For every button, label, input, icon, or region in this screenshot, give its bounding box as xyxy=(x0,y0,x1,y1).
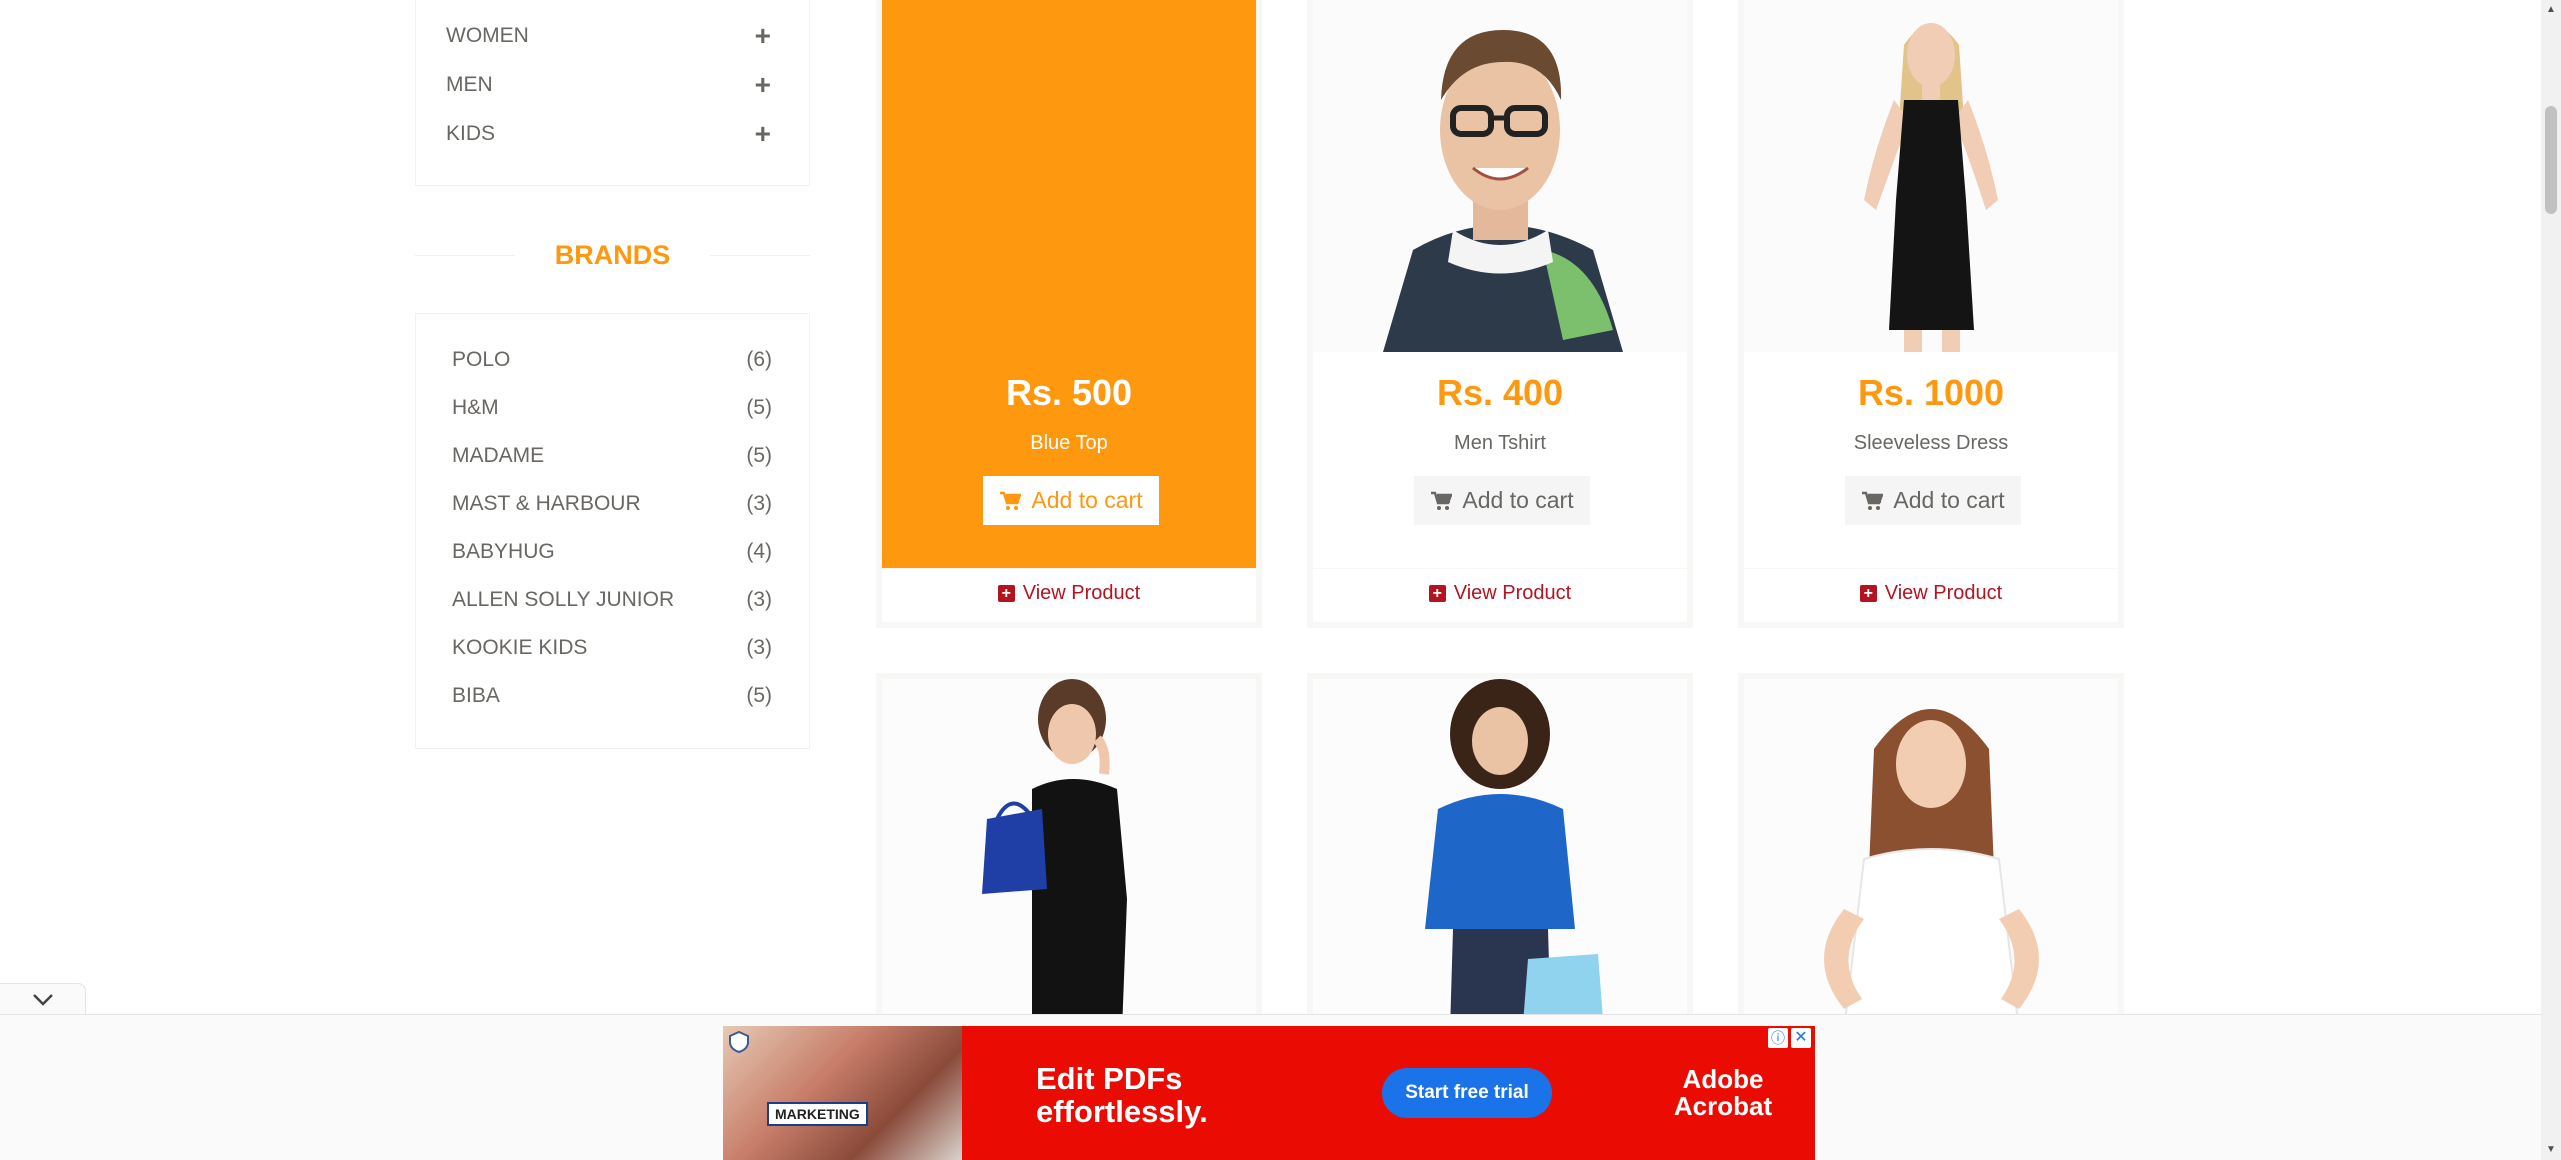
plus-icon[interactable]: + xyxy=(755,22,771,50)
ad-headline: Edit PDFs effortlessly. xyxy=(1036,1061,1208,1129)
brand-count: (5) xyxy=(746,444,772,467)
add-to-cart-label: Add to cart xyxy=(1893,487,2005,513)
brands-panel: Polo (6) H&M (5) Madame (5) Mast & Harbour (… xyxy=(415,313,810,749)
brand-item[interactable]: Kookie Kids (3) xyxy=(452,630,772,666)
cart-icon xyxy=(1431,491,1453,510)
product-image xyxy=(1313,679,1687,1031)
page-scrollbar[interactable]: ▲ ▼ xyxy=(2541,0,2561,1160)
product-image xyxy=(1744,0,2118,352)
product-image xyxy=(1744,679,2118,1031)
close-icon[interactable]: ✕ xyxy=(1791,1028,1811,1048)
chevron-down-icon[interactable] xyxy=(32,993,54,1007)
ad-banner[interactable]: MARKETING Edit PDFs effortlessly. Start … xyxy=(723,1026,1815,1160)
black-dress-woman-photo xyxy=(982,679,1127,1031)
brand-name[interactable]: Allen Solly Junior xyxy=(452,588,674,612)
product-name: Sleeveless Dress xyxy=(1853,432,2009,454)
brand-item[interactable]: H&M (5) xyxy=(452,390,772,426)
man-tshirt-photo xyxy=(1383,30,1623,352)
brand-item[interactable]: Madame (5) xyxy=(452,438,772,474)
category-label: Men xyxy=(446,73,493,96)
brand-name[interactable]: Mast & Harbour xyxy=(452,492,641,516)
add-to-cart-button[interactable]: Add to cart xyxy=(1414,476,1590,525)
product-price: Rs. 500 xyxy=(1005,372,1133,413)
view-product-label: View Product xyxy=(1022,581,1141,604)
category-label: Kids xyxy=(446,122,496,145)
brand-name[interactable]: Polo xyxy=(452,348,510,372)
product-image xyxy=(882,679,1256,1031)
cart-icon xyxy=(1000,491,1022,510)
view-product-link[interactable]: + View Product xyxy=(1313,564,1687,622)
category-label: Women xyxy=(446,24,529,47)
add-to-cart-button[interactable]: Add to cart xyxy=(1845,476,2021,525)
shield-icon xyxy=(729,1030,749,1054)
ad-cta-button[interactable]: Start free trial xyxy=(1382,1068,1552,1118)
product-name: Men Tshirt xyxy=(1454,432,1546,454)
brand-count: (3) xyxy=(746,492,772,515)
brand-count: (6) xyxy=(746,348,772,371)
brand-count: (5) xyxy=(746,684,772,707)
plus-square-icon: + xyxy=(1859,584,1877,602)
brand-item[interactable]: Allen Solly Junior (3) xyxy=(452,582,772,618)
product-price: Rs. 400 xyxy=(1436,372,1564,413)
info-icon[interactable]: ⓘ xyxy=(1768,1028,1788,1048)
product-image xyxy=(1313,0,1687,352)
brand-name[interactable]: Biba xyxy=(452,684,500,708)
brand-count: (5) xyxy=(746,396,772,419)
white-tshirt-woman-photo xyxy=(1824,709,2039,1031)
product-card: Rs. 400 Men Tshirt Add to cart + View Pr… xyxy=(1307,0,1693,628)
brand-name[interactable]: Babyhug xyxy=(452,540,555,564)
brand-item[interactable]: Polo (6) xyxy=(452,342,772,378)
category-panel: Women + Men + Kids + xyxy=(415,0,810,186)
brands-heading: Brands xyxy=(415,232,810,278)
product-card: Rs. 1000 Sleeveless Dress Add to cart + … xyxy=(1738,0,2124,628)
ad-brand: Adobe Acrobat xyxy=(1673,1064,1773,1121)
brand-item[interactable]: Mast & Harbour (3) xyxy=(452,486,772,522)
blue-top-woman-photo xyxy=(1425,679,1603,1031)
view-product-label: View Product xyxy=(1453,581,1572,604)
sleeveless-dress-photo xyxy=(1864,23,1998,352)
category-kids[interactable]: Kids + xyxy=(446,110,771,158)
brand-name[interactable]: H&M xyxy=(452,396,499,420)
view-product-link[interactable]: + View Product xyxy=(882,564,1256,622)
product-price: Rs. 1000 xyxy=(1857,372,2005,413)
ad-collapse-toggle[interactable] xyxy=(0,983,86,1015)
plus-square-icon: + xyxy=(997,584,1015,602)
brand-item[interactable]: Babyhug (4) xyxy=(452,534,772,570)
product-name: Blue Top xyxy=(1030,432,1108,454)
add-to-cart-label: Add to cart xyxy=(1031,487,1143,513)
product-card: Rs. 500 Blue Top Add to cart + View Prod… xyxy=(876,0,1262,628)
brands-title: Brands xyxy=(554,239,671,270)
plus-icon[interactable]: + xyxy=(755,71,771,99)
view-product-label: View Product xyxy=(1884,581,2003,604)
add-to-cart-label: Add to cart xyxy=(1462,487,1574,513)
view-product-link[interactable]: + View Product xyxy=(1744,564,2118,622)
cart-icon xyxy=(1862,491,1884,510)
add-to-cart-button[interactable]: Add to cart xyxy=(983,476,1159,525)
brand-count: (3) xyxy=(746,588,772,611)
ad-photo-caption: MARKETING xyxy=(767,1102,868,1126)
plus-icon[interactable]: + xyxy=(755,120,771,148)
category-women[interactable]: Women + xyxy=(446,12,771,60)
scroll-up-icon[interactable]: ▲ xyxy=(2545,4,2557,16)
scrollbar-thumb[interactable] xyxy=(2545,106,2557,214)
category-men[interactable]: Men + xyxy=(446,61,771,109)
ad-photo: MARKETING xyxy=(723,1026,962,1160)
brand-item[interactable]: Biba (5) xyxy=(452,678,772,714)
plus-square-icon: + xyxy=(1428,584,1446,602)
brand-name[interactable]: Kookie Kids xyxy=(452,636,587,660)
brand-count: (4) xyxy=(746,540,772,563)
scroll-down-icon[interactable]: ▼ xyxy=(2545,1144,2557,1156)
brand-name[interactable]: Madame xyxy=(452,444,544,468)
brand-count: (3) xyxy=(746,636,772,659)
product-listing-page: Women + Men + Kids + Brands Polo (6) H&M (… xyxy=(0,0,2561,1160)
